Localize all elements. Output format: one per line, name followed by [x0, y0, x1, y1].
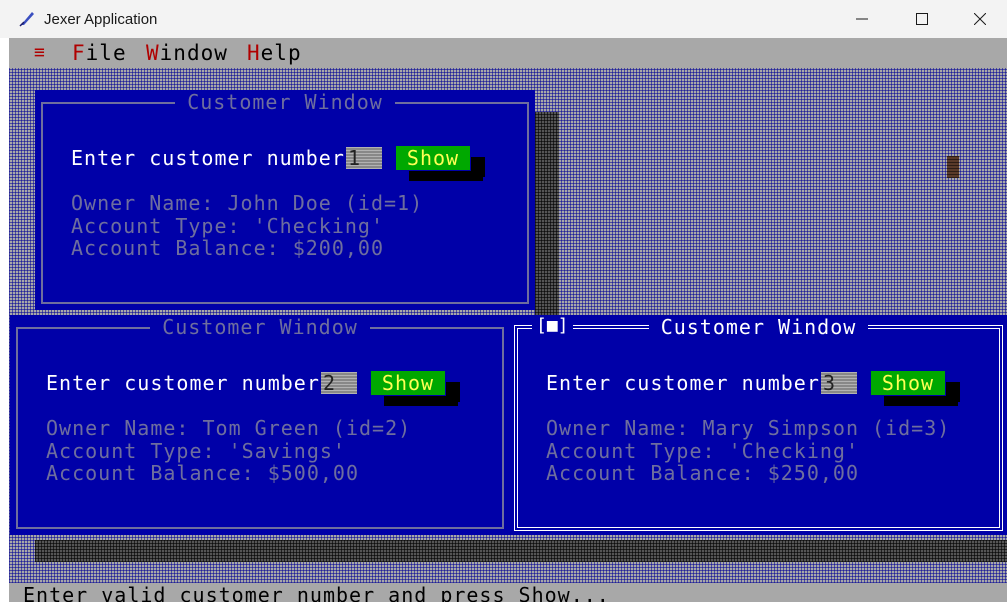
owner-name: Owner Name: Tom Green (id=2) — [46, 416, 412, 440]
desktop-marker — [947, 156, 959, 178]
account-balance: Account Balance: $500,00 — [46, 461, 359, 485]
show-button[interactable]: Show — [396, 146, 470, 170]
customer-window-3[interactable]: Customer Window [■] Enter customer numbe… — [510, 315, 1007, 535]
menu-bar: ≡ File Window Help — [9, 38, 1007, 68]
customer-number-label: Enter customer number: — [71, 146, 358, 170]
menu-help[interactable]: Help — [247, 38, 302, 68]
window-title-bar[interactable]: Customer Window — [10, 315, 510, 339]
close-button[interactable] — [951, 0, 1007, 38]
owner-name: Owner Name: John Doe (id=1) — [71, 191, 424, 215]
customer-number-input[interactable]: 1 — [346, 147, 382, 169]
customer-number-input[interactable]: 2 — [321, 372, 357, 394]
button-shadow — [471, 157, 485, 177]
menu-help-label: elp — [260, 41, 302, 65]
button-shadow — [946, 382, 960, 402]
customer-window-2[interactable]: Customer Window Enter customer number: 2… — [10, 315, 510, 535]
maximize-button[interactable] — [893, 0, 951, 38]
terminal-area: ≡ File Window Help Customer Window Enter… — [9, 38, 1007, 602]
menu-window-label: indow — [159, 41, 228, 65]
owner-name: Owner Name: Mary Simpson (id=3) — [546, 416, 951, 440]
window-title-bar[interactable]: Customer Window — [510, 315, 1007, 339]
close-icon — [974, 13, 986, 25]
minimize-icon — [856, 18, 868, 20]
account-type: Account Type: 'Checking' — [546, 439, 859, 463]
minimize-button[interactable] — [833, 0, 891, 38]
account-balance: Account Balance: $250,00 — [546, 461, 859, 485]
customer-number-input[interactable]: 3 — [821, 372, 857, 394]
app-title: Jexer Application — [44, 11, 158, 28]
menu-file[interactable]: File — [72, 38, 127, 68]
status-bar: Enter valid customer number and press Sh… — [9, 583, 1007, 602]
customer-number-label: Enter customer number: — [46, 371, 333, 395]
close-box: [■] — [536, 315, 569, 336]
feather-icon — [19, 12, 34, 27]
account-balance: Account Balance: $200,00 — [71, 236, 384, 260]
customer-window-1[interactable]: Customer Window Enter customer number: 1… — [35, 90, 535, 310]
menu-window[interactable]: Window — [146, 38, 228, 68]
window-title: Customer Window — [150, 315, 370, 339]
window-title: Customer Window — [648, 315, 869, 339]
show-button[interactable]: Show — [371, 371, 445, 395]
menu-file-label: ile — [85, 41, 127, 65]
maximize-icon — [916, 13, 928, 25]
menu-window-hotkey: W — [146, 41, 160, 65]
customer-number-label: Enter customer number: — [546, 371, 833, 395]
show-button[interactable]: Show — [871, 371, 945, 395]
button-shadow — [446, 382, 460, 402]
desktop-background: Customer Window Enter customer number: 1… — [9, 68, 1007, 583]
account-type: Account Type: 'Checking' — [71, 214, 384, 238]
window-shadow — [535, 112, 559, 316]
menu-file-hotkey: F — [72, 41, 86, 65]
menu-help-hotkey: H — [247, 41, 261, 65]
os-titlebar: Jexer Application — [0, 0, 1007, 38]
window-shadow — [35, 540, 1007, 562]
window-title: Customer Window — [175, 90, 395, 114]
system-menu-icon[interactable]: ≡ — [34, 38, 45, 68]
window-title-bar[interactable]: Customer Window — [35, 90, 535, 114]
account-type: Account Type: 'Savings' — [46, 439, 346, 463]
window-close-button[interactable]: [■] — [532, 315, 573, 337]
